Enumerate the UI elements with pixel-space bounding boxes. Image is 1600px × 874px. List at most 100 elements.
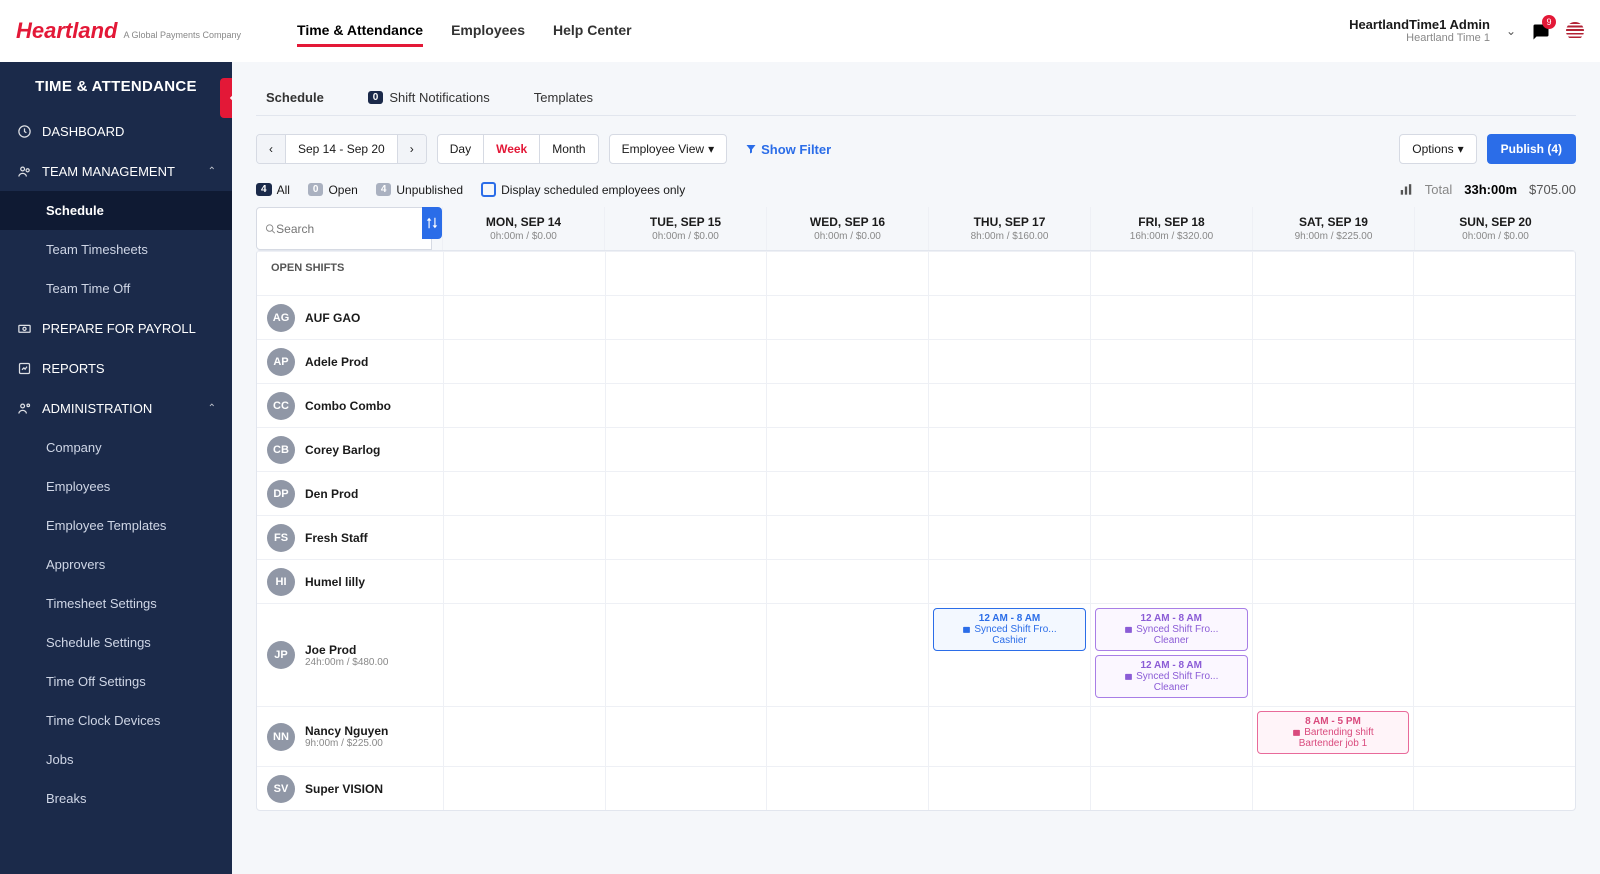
sidebar-subitem[interactable]: Schedule Settings [0, 623, 232, 662]
schedule-cell[interactable] [766, 516, 928, 559]
user-menu[interactable]: HeartlandTime1 Admin Heartland Time 1 [1349, 17, 1490, 46]
employee-row[interactable]: CBCorey Barlog [257, 427, 1575, 471]
filter-pill[interactable]: 0 Open [308, 183, 358, 197]
date-range[interactable]: Sep 14 - Sep 20 [286, 135, 398, 163]
schedule-cell[interactable] [605, 604, 767, 706]
sidebar-subitem[interactable]: Employees [0, 467, 232, 506]
nav-tab[interactable]: Help Center [553, 16, 632, 47]
schedule-cell[interactable] [443, 767, 605, 810]
schedule-cell[interactable] [443, 428, 605, 471]
schedule-cell[interactable] [443, 707, 605, 766]
schedule-cell[interactable] [766, 384, 928, 427]
sidebar-item[interactable]: TEAM MANAGEMENT⌃ [0, 151, 232, 191]
schedule-cell[interactable] [605, 428, 767, 471]
publish-button[interactable]: Publish (4) [1487, 134, 1576, 164]
schedule-cell[interactable] [443, 604, 605, 706]
filter-pill[interactable]: 4 Unpublished [376, 183, 463, 197]
schedule-cell[interactable] [1252, 340, 1414, 383]
subtab[interactable]: Templates [524, 80, 603, 115]
locale-flag-icon[interactable] [1566, 22, 1584, 40]
subtab[interactable]: Schedule [256, 80, 334, 115]
search-input[interactable] [276, 222, 423, 236]
sort-button[interactable] [422, 207, 442, 239]
schedule-cell[interactable] [1413, 516, 1575, 559]
schedule-cell[interactable] [928, 296, 1090, 339]
sidebar-subitem[interactable]: Team Time Off [0, 269, 232, 308]
schedule-cell[interactable] [766, 472, 928, 515]
schedule-cell[interactable] [766, 604, 928, 706]
schedule-cell[interactable] [1252, 560, 1414, 603]
options-dropdown[interactable]: Options ▾ [1399, 134, 1476, 164]
schedule-cell[interactable] [1090, 560, 1252, 603]
schedule-cell[interactable] [928, 340, 1090, 383]
view-mode-button[interactable]: Day [438, 135, 484, 163]
employee-row[interactable]: CCCombo Combo [257, 383, 1575, 427]
schedule-cell[interactable] [1090, 384, 1252, 427]
employee-row[interactable]: DPDen Prod [257, 471, 1575, 515]
schedule-cell[interactable] [1090, 767, 1252, 810]
schedule-cell[interactable] [605, 767, 767, 810]
view-mode-button[interactable]: Month [540, 135, 597, 163]
schedule-cell[interactable] [1090, 340, 1252, 383]
sidebar-subitem[interactable]: Company [0, 428, 232, 467]
schedule-cell[interactable]: 12 AM - 8 AM Synced Shift Fro...Cleaner1… [1090, 604, 1252, 706]
employee-row[interactable]: APAdele Prod [257, 339, 1575, 383]
schedule-cell[interactable]: 8 AM - 5 PM Bartending shiftBartender jo… [1252, 707, 1414, 766]
schedule-cell[interactable] [1090, 516, 1252, 559]
schedule-cell[interactable] [1090, 296, 1252, 339]
schedule-cell[interactable] [443, 516, 605, 559]
employee-row[interactable]: NNNancy Nguyen9h:00m / $225.008 AM - 5 P… [257, 706, 1575, 766]
schedule-cell[interactable] [1252, 767, 1414, 810]
schedule-cell[interactable] [1413, 472, 1575, 515]
schedule-cell[interactable] [605, 560, 767, 603]
schedule-cell[interactable] [443, 296, 605, 339]
schedule-cell[interactable] [1413, 604, 1575, 706]
sidebar-subitem[interactable]: Time Clock Devices [0, 701, 232, 740]
schedule-cell[interactable] [1252, 604, 1414, 706]
sidebar-item[interactable]: ADMINISTRATION⌃ [0, 388, 232, 428]
employee-row[interactable]: JPJoe Prod24h:00m / $480.0012 AM - 8 AM … [257, 603, 1575, 706]
schedule-cell[interactable] [443, 384, 605, 427]
schedule-cell[interactable] [766, 767, 928, 810]
schedule-cell[interactable] [928, 384, 1090, 427]
prev-week-button[interactable]: ‹ [257, 135, 286, 163]
schedule-cell[interactable] [605, 516, 767, 559]
schedule-cell[interactable] [1252, 428, 1414, 471]
employee-row[interactable]: SVSuper VISION [257, 766, 1575, 810]
schedule-cell[interactable] [605, 384, 767, 427]
sidebar-item[interactable]: REPORTS [0, 348, 232, 388]
sidebar-subitem[interactable]: Employee Templates [0, 506, 232, 545]
schedule-cell[interactable] [1413, 296, 1575, 339]
sidebar-subitem[interactable]: Approvers [0, 545, 232, 584]
search-input-wrap[interactable] [256, 207, 432, 250]
display-scheduled-checkbox[interactable]: Display scheduled employees only [481, 182, 685, 197]
schedule-cell[interactable] [766, 707, 928, 766]
view-mode-button[interactable]: Week [484, 135, 540, 163]
subtab[interactable]: 0 Shift Notifications [358, 80, 500, 115]
employee-row[interactable]: AGAUF GAO [257, 295, 1575, 339]
schedule-cell[interactable] [766, 560, 928, 603]
shift-card[interactable]: 12 AM - 8 AM Synced Shift Fro...Cashier [933, 608, 1086, 651]
open-shifts-row[interactable]: OPEN SHIFTS [257, 251, 1575, 295]
schedule-cell[interactable] [1252, 516, 1414, 559]
sidebar-item[interactable]: DASHBOARD [0, 111, 232, 151]
schedule-cell[interactable] [443, 340, 605, 383]
schedule-cell[interactable] [1252, 472, 1414, 515]
schedule-cell[interactable] [1413, 560, 1575, 603]
nav-tab[interactable]: Employees [451, 16, 525, 47]
sidebar-subitem[interactable]: Breaks [0, 779, 232, 818]
nav-tab[interactable]: Time & Attendance [297, 16, 423, 47]
schedule-cell[interactable] [605, 340, 767, 383]
shift-card[interactable]: 12 AM - 8 AM Synced Shift Fro...Cleaner [1095, 655, 1248, 698]
schedule-cell[interactable] [605, 296, 767, 339]
schedule-cell[interactable] [605, 472, 767, 515]
schedule-cell[interactable] [1090, 428, 1252, 471]
sidebar-subitem[interactable]: Jobs [0, 740, 232, 779]
schedule-cell[interactable] [1413, 428, 1575, 471]
chevron-down-icon[interactable]: ⌄ [1506, 24, 1516, 38]
schedule-cell[interactable] [928, 707, 1090, 766]
schedule-cell[interactable] [1413, 767, 1575, 810]
schedule-cell[interactable] [443, 472, 605, 515]
schedule-cell[interactable] [928, 472, 1090, 515]
shift-card[interactable]: 8 AM - 5 PM Bartending shiftBartender jo… [1257, 711, 1410, 754]
